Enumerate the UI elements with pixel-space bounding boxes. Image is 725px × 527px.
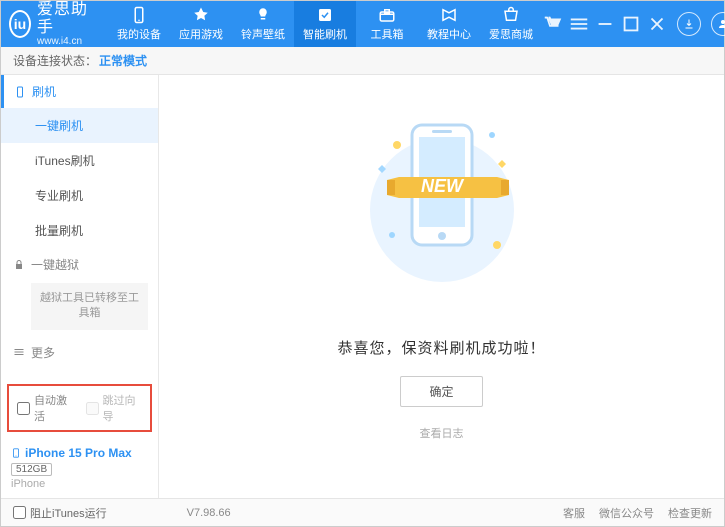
status-bar: 设备连接状态： 正常模式 — [1, 47, 724, 75]
illustration-phone-new: NEW — [367, 105, 517, 315]
app-url: www.i4.cn — [37, 36, 88, 47]
status-value: 正常模式 — [99, 52, 147, 69]
sidebar-item-flash-3[interactable]: 批量刷机 — [1, 213, 158, 248]
checkbox-skip-guide[interactable]: 跳过向导 — [86, 392, 143, 424]
close-icon[interactable] — [646, 15, 668, 33]
svg-text:NEW: NEW — [421, 176, 465, 196]
cart-icon[interactable] — [542, 15, 564, 33]
jailbreak-note: 越狱工具已转移至工具箱 — [31, 283, 148, 330]
nav-item-2[interactable]: 铃声壁纸 — [232, 1, 294, 47]
sidebar-item-flash-2[interactable]: 专业刷机 — [1, 178, 158, 213]
status-label: 设备连接状态： — [13, 52, 97, 69]
minimize-icon[interactable] — [594, 15, 616, 33]
maximize-icon[interactable] — [620, 15, 642, 33]
nav-item-6[interactable]: 爱思商城 — [480, 1, 542, 47]
confirm-button[interactable]: 确定 — [400, 376, 482, 407]
app-logo: iu 爱思助手 www.i4.cn — [9, 1, 88, 47]
user-icon[interactable] — [711, 12, 725, 36]
nav-item-0[interactable]: 我的设备 — [108, 1, 170, 47]
nav-item-1[interactable]: 应用游戏 — [170, 1, 232, 47]
sidebar-group-jailbreak: 一键越狱 — [1, 248, 158, 281]
sidebar-item-flash-0[interactable]: 一键刷机 — [1, 108, 158, 143]
device-name: iPhone 15 Pro Max — [25, 446, 132, 460]
nav-item-4[interactable]: 工具箱 — [356, 1, 418, 47]
nav-item-3[interactable]: 智能刷机 — [294, 1, 356, 47]
device-info[interactable]: iPhone 15 Pro Max 512GB iPhone — [1, 440, 158, 498]
footer-link-2[interactable]: 检查更新 — [668, 505, 712, 521]
success-message: 恭喜您，保资料刷机成功啦！ — [337, 337, 545, 358]
nav-item-5[interactable]: 教程中心 — [418, 1, 480, 47]
download-icon[interactable] — [677, 12, 701, 36]
version-label: V7.98.66 — [187, 507, 231, 519]
checkbox-auto-activate[interactable]: 自动激活 — [17, 392, 74, 424]
sidebar-group-flash[interactable]: 刷机 — [1, 75, 158, 108]
checkbox-highlight-box: 自动激活 跳过向导 — [7, 384, 152, 432]
checkbox-block-itunes[interactable]: 阻止iTunes运行 — [13, 505, 107, 521]
device-type: iPhone — [11, 478, 148, 490]
menu-icon[interactable] — [568, 15, 590, 33]
footer-link-0[interactable]: 客服 — [563, 505, 585, 521]
app-name: 爱思助手 — [37, 1, 88, 36]
device-storage: 512GB — [11, 463, 52, 476]
sidebar-group-more[interactable]: 更多 — [1, 336, 158, 369]
sidebar-item-flash-1[interactable]: iTunes刷机 — [1, 143, 158, 178]
footer-link-1[interactable]: 微信公众号 — [599, 505, 654, 521]
sidebar-item-more-0[interactable]: 其他工具 — [1, 369, 158, 380]
view-log-link[interactable]: 查看日志 — [420, 425, 464, 441]
